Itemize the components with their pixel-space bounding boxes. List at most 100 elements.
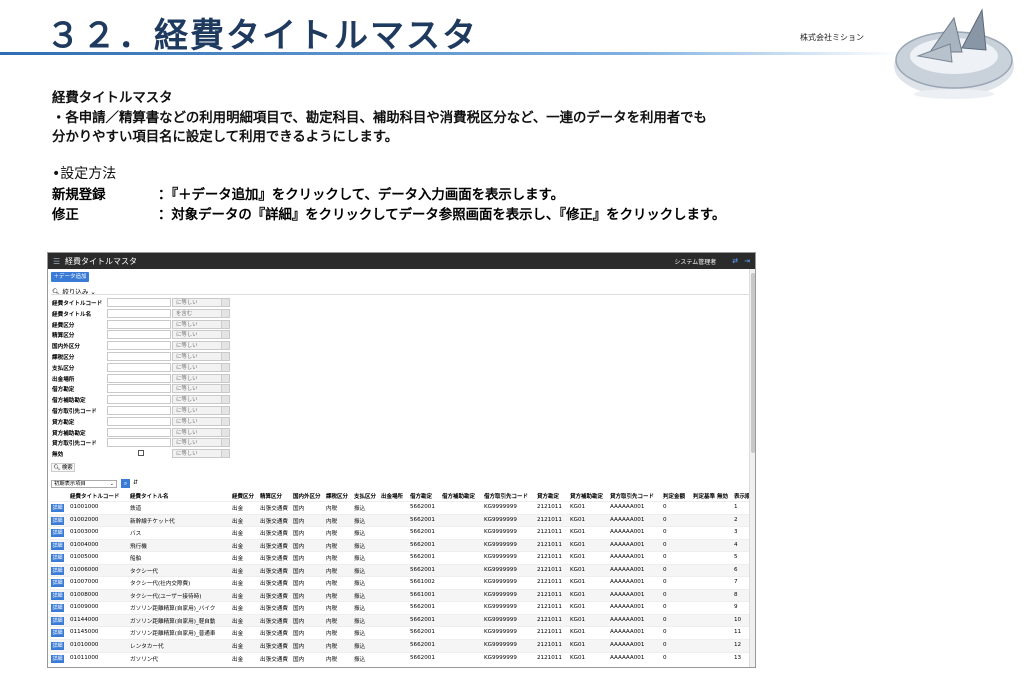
column-header[interactable]: 無効: [717, 492, 728, 500]
table-cell: KG01: [570, 554, 586, 561]
filter-operator-select[interactable]: に等しい: [172, 416, 230, 426]
description-heading: 経費タイトルマスタ: [52, 91, 173, 106]
detail-button[interactable]: 詳細: [51, 642, 64, 651]
column-header[interactable]: 国内外区分: [293, 492, 321, 500]
filter-operator-select[interactable]: に等しい: [172, 352, 230, 361]
detail-button[interactable]: 詳細: [51, 541, 64, 550]
edit-label: 修正: [52, 208, 79, 223]
display-items-select[interactable]: 初期表示項目 ⌄: [51, 480, 117, 488]
filter-operator-select[interactable]: に等しい: [172, 395, 230, 405]
hamburger-menu-icon[interactable]: ☰: [53, 257, 61, 266]
table-row: 詳細 01002000 新幹線チケット代 出金 出張交通費 国内 内税 振込 5662001 KG…: [50, 513, 750, 527]
filter-operator-select[interactable]: に等しい: [172, 384, 230, 394]
detail-button[interactable]: 詳細: [51, 529, 64, 538]
table-cell: 2121011: [537, 541, 562, 548]
table-cell: 国内: [293, 644, 305, 651]
filter-operator-select[interactable]: に等しい: [172, 438, 230, 448]
filter-operator-select[interactable]: に等しい: [172, 298, 230, 307]
slide-title: ３２．経費タイトルマスタ: [46, 16, 478, 56]
column-header[interactable]: 貸方勘定: [537, 492, 559, 500]
table-cell: 振込: [354, 593, 366, 600]
table-cell: 内税: [326, 518, 338, 525]
column-header[interactable]: 貸方取引先コード: [610, 492, 654, 500]
column-header[interactable]: 出金場所: [381, 492, 403, 500]
column-header[interactable]: 判定金額: [663, 492, 685, 500]
column-header[interactable]: 借方勘定: [410, 492, 432, 500]
column-header[interactable]: 貸方補助勘定: [570, 492, 603, 500]
column-header[interactable]: 借方補助勘定: [442, 492, 475, 500]
table-cell: 13: [734, 654, 742, 661]
company-name: 株式会社ミション: [800, 33, 864, 42]
column-header[interactable]: 経費タイトルコード: [70, 492, 119, 500]
switch-icon[interactable]: ⇄: [732, 257, 738, 265]
detail-button[interactable]: 詳細: [51, 516, 64, 525]
filter-operator-select[interactable]: に等しい: [172, 362, 230, 372]
table-cell: 2121011: [537, 591, 562, 598]
table-cell: KG01: [570, 516, 586, 523]
search-button[interactable]: 🔍︎ 検索: [51, 463, 75, 472]
filter-input[interactable]: [107, 406, 171, 415]
add-data-button[interactable]: ＋データ追加: [51, 272, 89, 282]
column-header[interactable]: 経費区分: [232, 492, 254, 500]
filter-input[interactable]: [107, 427, 171, 437]
detail-button[interactable]: 詳細: [51, 554, 64, 563]
apply-display-button[interactable]: ⌕: [121, 479, 130, 488]
table-cell: 出張交通費: [260, 568, 288, 575]
filter-input[interactable]: [107, 395, 171, 405]
detail-button[interactable]: 詳細: [51, 579, 64, 588]
filter-operator-select[interactable]: に等しい: [172, 406, 230, 415]
detail-button[interactable]: 詳細: [51, 654, 64, 663]
scrollbar[interactable]: [749, 269, 755, 667]
filter-operator-select[interactable]: に等しい: [172, 341, 230, 351]
table-cell: 出張交通費: [260, 606, 288, 613]
filter-operator-select[interactable]: に等しい: [172, 427, 230, 437]
table-cell: 出張交通費: [260, 644, 288, 651]
search-icon: ⌕: [123, 480, 128, 487]
filter-input[interactable]: [107, 373, 171, 383]
table-cell: 0: [663, 579, 667, 586]
logout-icon[interactable]: ⇥: [744, 257, 750, 265]
sort-icon[interactable]: ⇵: [133, 479, 138, 486]
filter-input[interactable]: [107, 384, 171, 394]
filter-operator-select[interactable]: に等しい: [172, 319, 230, 329]
detail-button[interactable]: 詳細: [51, 604, 64, 613]
filter-input[interactable]: [107, 330, 171, 340]
column-header[interactable]: 借方取引先コード: [484, 492, 528, 500]
table-row: 詳細 01005000 船舶 出金 出張交通費 国内 内税 振込 5662001 KG999999…: [50, 551, 750, 564]
table-cell: 01007000: [70, 579, 99, 586]
filter-input[interactable]: [107, 319, 171, 329]
table-cell: 振込: [354, 518, 366, 525]
column-header[interactable]: 経費タイトル名: [130, 492, 169, 500]
user-name[interactable]: システム管理者: [674, 257, 716, 266]
table-cell: 内税: [326, 568, 338, 575]
detail-button[interactable]: 詳細: [51, 566, 64, 575]
detail-button[interactable]: 詳細: [51, 616, 64, 625]
table-cell: 出張交通費: [260, 593, 288, 600]
table-cell: 出張交通費: [260, 618, 288, 625]
table-cell: 01010000: [70, 642, 99, 649]
detail-button[interactable]: 詳細: [51, 629, 64, 638]
filter-operator-select[interactable]: を含む: [172, 308, 230, 318]
column-header[interactable]: 支払区分: [354, 492, 376, 500]
table-cell: KG01: [570, 566, 586, 573]
chevron-down-icon: ⌄: [109, 481, 114, 487]
filter-input[interactable]: [107, 352, 171, 361]
detail-button[interactable]: 詳細: [51, 591, 64, 600]
filter-input[interactable]: [107, 341, 171, 351]
filter-input[interactable]: [107, 416, 171, 426]
detail-button[interactable]: 詳細: [51, 504, 64, 512]
filter-checkbox[interactable]: [138, 450, 144, 457]
filter-input[interactable]: [107, 308, 171, 318]
scrollbar-thumb[interactable]: [751, 273, 755, 453]
filter-operator-select[interactable]: に等しい: [172, 449, 230, 459]
table-row: 詳細 01145000 ガソリン距離精算(自家用)_普通車 出金 出張交通費 国内 内税 振込…: [50, 626, 750, 639]
column-header[interactable]: 判定基準: [693, 492, 715, 500]
filter-input[interactable]: [107, 438, 171, 448]
table-cell: 5662001: [410, 654, 435, 661]
column-header[interactable]: 精算区分: [260, 492, 282, 500]
filter-operator-select[interactable]: に等しい: [172, 373, 230, 383]
filter-input[interactable]: [107, 298, 171, 307]
column-header[interactable]: 課税区分: [326, 492, 348, 500]
filter-operator-select[interactable]: に等しい: [172, 330, 230, 340]
filter-input[interactable]: [107, 362, 171, 372]
